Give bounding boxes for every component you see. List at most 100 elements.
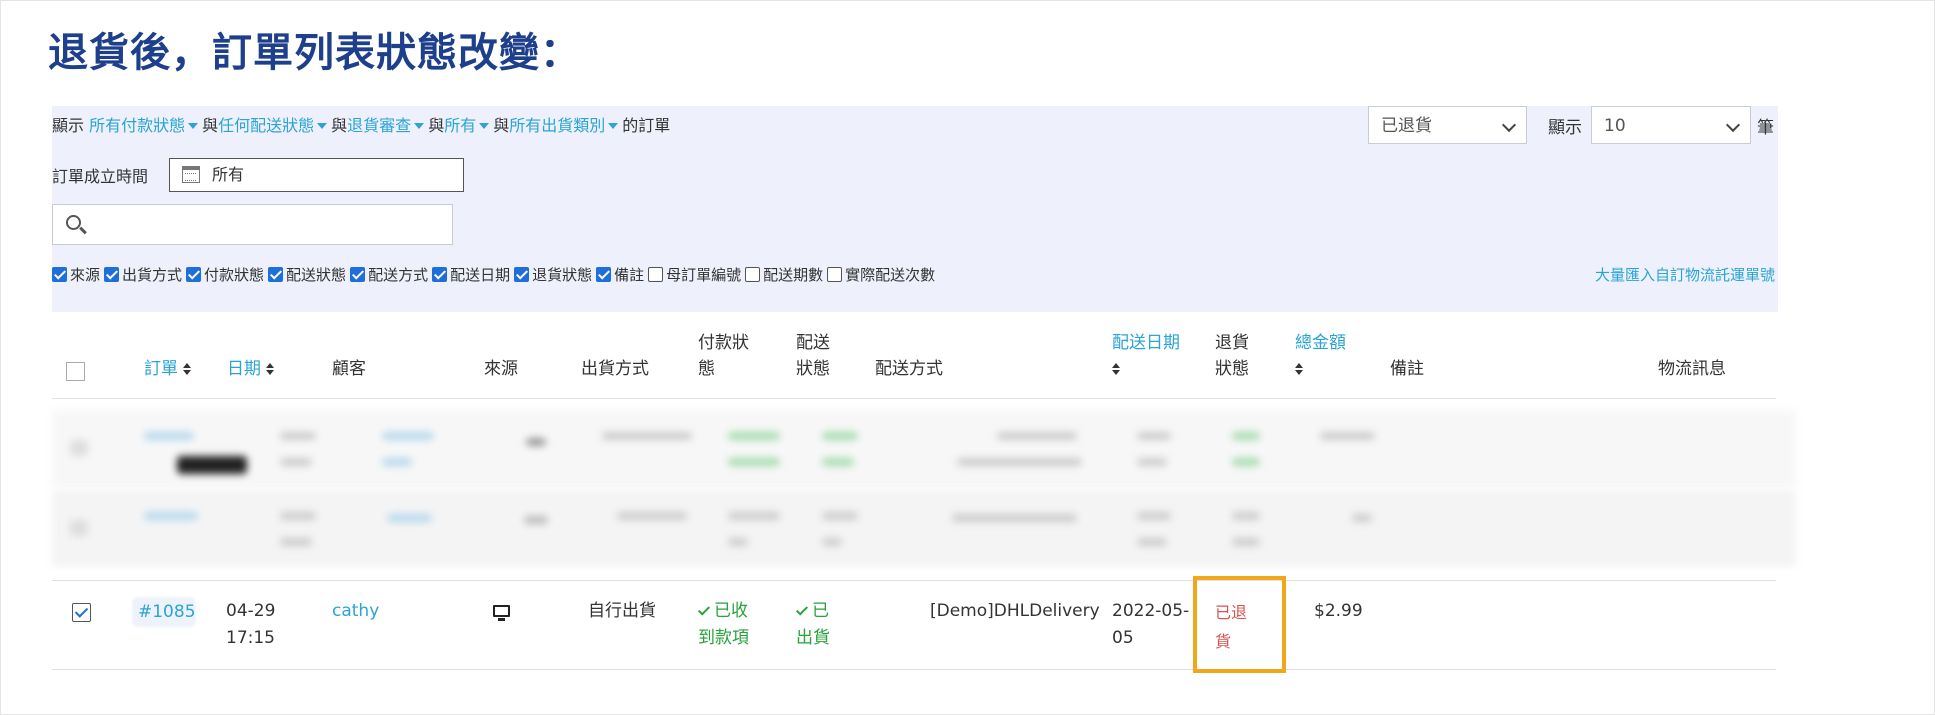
filter-prefix: 顯示 (52, 116, 85, 135)
join-text: 與 (202, 116, 219, 135)
order-created-label: 訂單成立時間 (52, 167, 149, 186)
column-toggle-notes[interactable]: 備註 (596, 264, 644, 285)
page-size-select[interactable]: 10 (1591, 106, 1751, 144)
delivery-status-filter[interactable]: 任何配送狀態 (218, 116, 331, 135)
payment-status: 已收 到款項 (697, 601, 749, 648)
order-created-date-value: 所有 (212, 165, 245, 184)
header-shipping-method: 出貨方式 (581, 359, 649, 379)
column-toggle-shipping-method[interactable]: 出貨方式 (104, 264, 182, 285)
checkbox-unchecked[interactable] (648, 267, 664, 282)
join-text: 與 (331, 116, 348, 135)
checkbox-checked[interactable] (596, 267, 612, 282)
sort-icon (266, 363, 274, 375)
checkbox-checked[interactable] (52, 267, 67, 282)
table-row[interactable]: #1085 04-29 17:15 cathy 自行出貨 已收 到款項 已出貨 [D… (52, 580, 1776, 670)
column-toggle-list: 來源 出貨方式 付款狀態 配送狀態 配送方式 配送日期 退貨狀態 備註 母訂單編… (52, 264, 939, 285)
column-toggle-label: 來源 (70, 266, 101, 284)
caret-down-icon (608, 122, 619, 129)
orders-table-header: 訂單 日期 顧客 來源 出貨方式 付款狀態 配送 狀態 配送方式 配送日期 退貨狀… (52, 312, 1776, 399)
customer-link[interactable]: cathy (332, 598, 379, 625)
page-size-label: 顯示 (1548, 118, 1582, 138)
join-text: 與 (428, 116, 445, 135)
shipping-method: 自行出貨 (588, 601, 656, 621)
column-toggle-label: 配送期數 (763, 266, 824, 284)
join-text: 與 (493, 116, 510, 135)
check-icon (697, 602, 711, 616)
sort-icon (1295, 363, 1303, 375)
column-toggle-label: 配送日期 (450, 266, 511, 284)
header-source: 來源 (484, 359, 518, 379)
row-checkbox[interactable] (72, 603, 91, 622)
caret-down-icon (188, 122, 199, 129)
shipment-type-filter[interactable]: 所有出貨類別 (509, 116, 622, 135)
column-toggle-delivery-method[interactable]: 配送方式 (350, 264, 428, 285)
page-size-value: 10 (1604, 116, 1626, 136)
column-toggle-delivery-date[interactable]: 配送日期 (432, 264, 510, 285)
checkbox-checked[interactable] (514, 267, 530, 282)
checkbox-checked[interactable] (186, 267, 202, 282)
chevron-down-icon (1725, 117, 1741, 133)
filter-sentence: 顯示 所有付款狀態 與任何配送狀態 與退貨審查 與所有 與所有出貨類別 的訂單 (52, 112, 670, 136)
column-toggle-delivery-status[interactable]: 配送狀態 (268, 264, 346, 285)
header-logistics: 物流訊息 (1658, 359, 1726, 379)
select-all-checkbox[interactable] (66, 362, 85, 381)
blurred-table-row (52, 410, 1796, 486)
filter-suffix: 的訂單 (622, 116, 671, 135)
header-return-status: 退貨 狀態 (1215, 333, 1249, 379)
checkbox-checked[interactable] (104, 267, 120, 282)
column-toggle-label: 出貨方式 (122, 266, 183, 284)
payment-status-filter[interactable]: 所有付款狀態 (89, 116, 202, 135)
column-toggle-label: 配送方式 (368, 266, 429, 284)
order-total: $2.99 (1314, 601, 1363, 621)
order-number-link[interactable]: #1085 (134, 599, 196, 625)
column-toggle-delivery-periods[interactable]: 配送期數 (745, 264, 823, 285)
delivery-status: 已出貨 (795, 601, 830, 648)
desktop-monitor-icon (493, 605, 510, 621)
checkbox-checked[interactable] (268, 267, 284, 282)
header-notes: 備註 (1390, 359, 1424, 379)
column-toggle-payment-status[interactable]: 付款狀態 (186, 264, 264, 285)
caret-down-icon (479, 122, 490, 129)
column-toggle-label: 備註 (614, 266, 645, 284)
checkbox-unchecked[interactable] (745, 267, 761, 282)
checkbox-unchecked[interactable] (827, 267, 843, 282)
return-status-highlight-box (1193, 576, 1286, 673)
order-date: 04-29 17:15 (226, 601, 276, 648)
check-icon (795, 602, 809, 616)
column-toggle-label: 付款狀態 (204, 266, 265, 284)
header-delivery-method: 配送方式 (875, 359, 943, 379)
column-toggle-return-status[interactable]: 退貨狀態 (514, 264, 592, 285)
header-delivery-date[interactable]: 配送日期 (1112, 330, 1180, 382)
column-toggle-parent-order[interactable]: 母訂單編號 (648, 264, 741, 285)
checkbox-checked[interactable] (432, 267, 448, 282)
sort-icon (183, 363, 191, 375)
page-heading: 退貨後，訂單列表狀態改變： (48, 30, 581, 76)
return-review-filter[interactable]: 退貨審查 (347, 116, 428, 135)
bulk-import-tracking-link[interactable]: 大量匯入自訂物流託運單號 (1595, 264, 1775, 285)
column-toggle-label: 配送狀態 (286, 266, 347, 284)
search-icon (66, 215, 81, 230)
order-created-date-input[interactable]: 所有 (169, 158, 464, 192)
header-order[interactable]: 訂單 (144, 356, 191, 382)
delivery-date: 2022-05- 05 (1112, 601, 1190, 648)
calendar-icon (182, 166, 200, 183)
chevron-down-icon (1501, 117, 1517, 133)
column-toggle-actual-deliveries[interactable]: 實際配送次數 (827, 264, 935, 285)
page-size-unit: 筆 (1757, 118, 1774, 138)
delivery-method: [Demo]DHLDelivery (930, 601, 1100, 621)
header-payment-status: 付款狀態 (698, 333, 749, 379)
blurred-table-row (52, 490, 1796, 566)
header-delivery-status: 配送 狀態 (796, 333, 830, 379)
all-filter[interactable]: 所有 (444, 116, 493, 135)
order-status-select-value: 已退貨 (1381, 116, 1432, 136)
order-status-select[interactable]: 已退貨 (1368, 106, 1527, 144)
header-total[interactable]: 總金額 (1295, 330, 1346, 382)
search-input[interactable] (52, 204, 453, 245)
header-date[interactable]: 日期 (227, 356, 274, 382)
sort-icon (1112, 363, 1120, 375)
column-toggle-label: 母訂單編號 (666, 266, 742, 284)
caret-down-icon (414, 122, 425, 129)
column-toggle-source[interactable]: 來源 (52, 264, 100, 285)
column-toggle-label: 退貨狀態 (532, 266, 593, 284)
checkbox-checked[interactable] (350, 267, 366, 282)
